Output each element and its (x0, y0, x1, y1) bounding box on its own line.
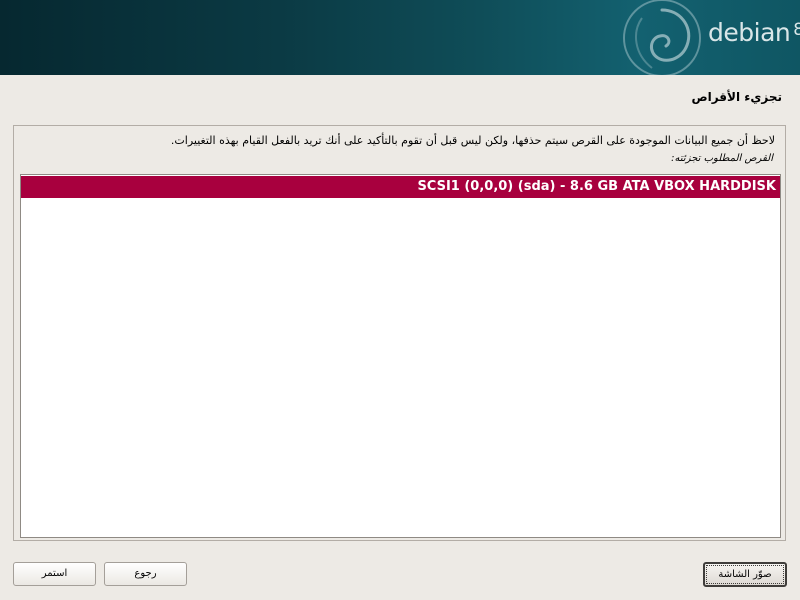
continue-button[interactable]: استمر (13, 562, 96, 586)
brand-name: debian (708, 18, 791, 47)
disk-select-prompt: القرص المطلوب تجزئته: (671, 153, 773, 164)
debian-swirl-icon (623, 0, 701, 75)
warning-note: لاحظ أن جميع البيانات الموجودة على القرص… (170, 134, 775, 147)
disk-list-item[interactable]: SCSI1 (0,0,0) (sda) - 8.6 GB ATA VBOX HA… (21, 176, 780, 198)
disk-list[interactable]: SCSI1 (0,0,0) (sda) - 8.6 GB ATA VBOX HA… (20, 174, 781, 538)
header-banner: debian 8 (0, 0, 800, 75)
back-button[interactable]: رجوع (104, 562, 187, 586)
screenshot-button[interactable]: صوّر الشاشة (703, 562, 787, 587)
debian-logo: debian 8 (708, 18, 800, 47)
brand-version: 8 (793, 20, 800, 40)
content-panel: لاحظ أن جميع البيانات الموجودة على القرص… (13, 125, 786, 541)
page-title: تجزيء الأقراص (691, 90, 782, 104)
